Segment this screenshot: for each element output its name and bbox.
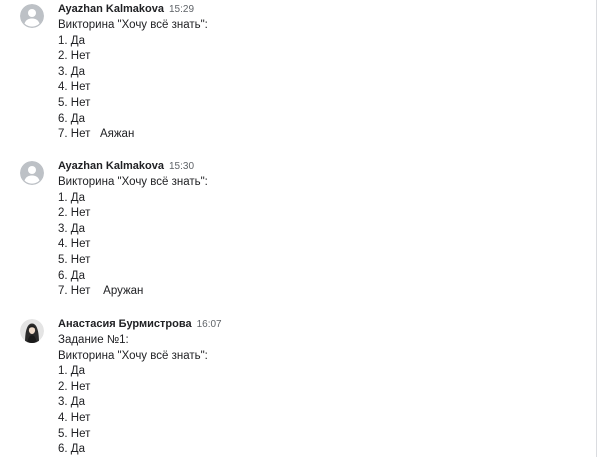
comment-line: 5. Нет: [58, 96, 91, 109]
comment-header: Анастасия Бурмистрова 16:07: [58, 315, 222, 331]
comment-line: 7. Нет Аружан: [58, 285, 144, 298]
comment-line: Викторина "Хочу всё знать":: [58, 19, 208, 31]
timestamp: 16:07: [196, 319, 222, 330]
comment-body: Викторина "Хочу всё знать": 1. Да 2. Нет…: [58, 18, 208, 143]
comment-body: Викторина "Хочу всё знать": 1. Да 2. Нет…: [58, 175, 208, 300]
timestamp: 15:29: [168, 4, 195, 15]
comment-line: 2. Нет: [58, 50, 91, 63]
comment-stream: Ayazhan Kalmakova 15:29 Викторина "Хочу в…: [0, 0, 597, 457]
comment-line: 3. Да: [58, 396, 85, 409]
comment-line: 4. Нет: [58, 238, 91, 251]
comment-line: 4. Нет: [58, 411, 91, 424]
author-name[interactable]: Ayazhan Kalmakova: [58, 160, 164, 172]
comment-line: Задание №1:: [58, 334, 129, 346]
comment-line: 6. Да: [58, 443, 85, 456]
comment-line: Викторина "Хочу всё знать":: [58, 176, 208, 188]
comment-body: Задание №1: Викторина "Хочу всё знать": …: [58, 333, 208, 457]
comment-header: Ayazhan Kalmakova 15:30: [58, 157, 194, 173]
author-name[interactable]: Анастасия Бурмистрова: [58, 318, 192, 330]
timestamp: 15:30: [168, 161, 195, 172]
comment-line: Викторина "Хочу всё знать":: [58, 349, 208, 362]
comment-line: 6. Да: [58, 112, 85, 125]
comment-item: Ayazhan Kalmakova 15:30 Викторина "Хочу в…: [0, 157, 596, 307]
comment-item: Ayazhan Kalmakova 15:29 Викторина "Хочу в…: [0, 0, 596, 150]
comment-line: 6. Да: [58, 269, 85, 282]
comment-line: 4. Нет: [58, 81, 91, 94]
comment-header: Ayazhan Kalmakova 15:29: [58, 0, 194, 16]
default-user-avatar-icon[interactable]: [20, 4, 44, 28]
comment-line: 1. Да: [58, 191, 85, 204]
comment-line: 5. Нет: [58, 253, 91, 266]
comment-line: 3. Да: [58, 65, 85, 78]
default-user-avatar-icon[interactable]: [20, 161, 44, 185]
comment-line: 5. Нет: [58, 427, 91, 440]
author-name[interactable]: Ayazhan Kalmakova: [58, 3, 164, 15]
profile-photo-avatar-icon[interactable]: [20, 319, 44, 343]
comment-line: 7. Нет Аяжан: [58, 128, 135, 141]
comment-line: 2. Нет: [58, 207, 91, 220]
comment-line: 1. Да: [58, 34, 85, 47]
comment-line: 1. Да: [58, 365, 85, 378]
comment-item: Анастасия Бурмистрова 16:07 Задание №1: В…: [0, 315, 596, 457]
comment-line: 2. Нет: [58, 380, 91, 393]
comment-line: 3. Да: [58, 222, 85, 235]
